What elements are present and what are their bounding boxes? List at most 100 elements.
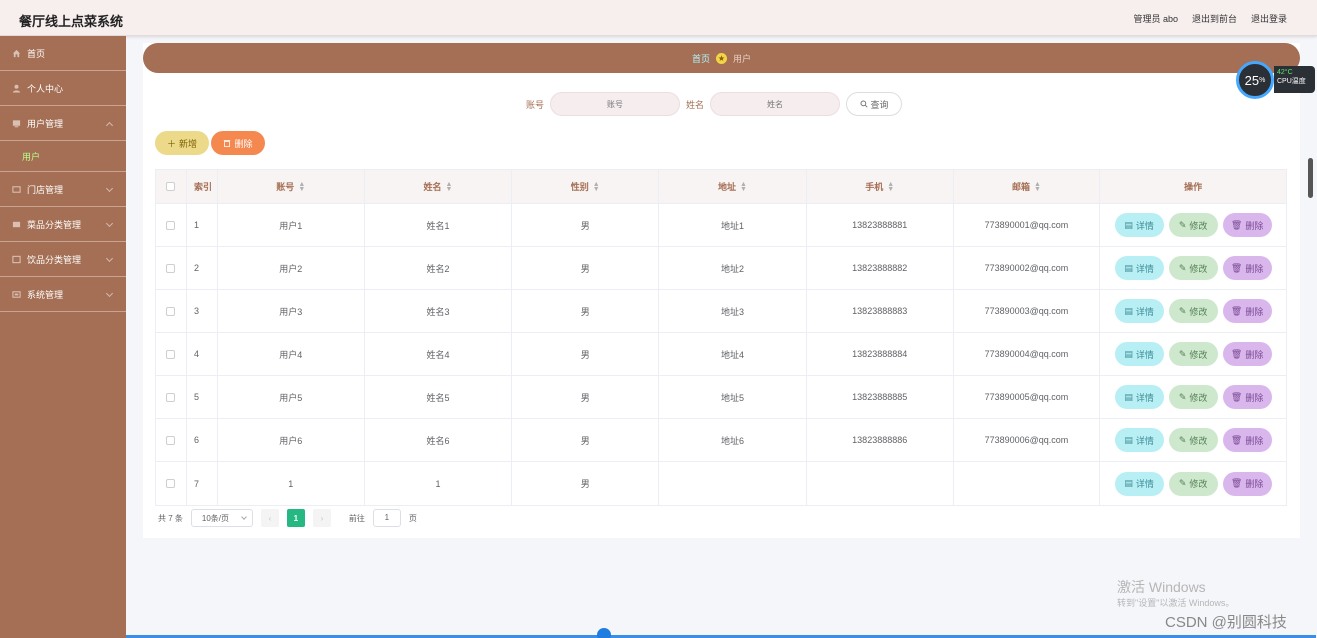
detail-button[interactable]: ▤ 详情 [1114, 342, 1164, 366]
pencil-icon: ✎ [1178, 219, 1187, 230]
detail-button[interactable]: ▤ 详情 [1114, 428, 1164, 452]
sidebar-item-dish-category[interactable]: 菜品分类管理 [0, 207, 126, 242]
detail-label: 详情 [1135, 435, 1154, 446]
cpu-percent-unit: % [1259, 76, 1266, 84]
goto-page-input[interactable]: 1 [372, 509, 401, 527]
trash-icon: 🗑 [1230, 434, 1243, 445]
next-page-button[interactable]: › [312, 509, 331, 527]
detail-label: 详情 [1135, 479, 1154, 489]
name-search-input[interactable] [710, 92, 841, 116]
cell-name: 姓名2 [365, 247, 513, 289]
row-checkbox[interactable] [166, 392, 176, 402]
user-icon [12, 84, 21, 93]
chevron-down-icon [105, 254, 114, 263]
table-row: 1 用户1 姓名1 男地址1 13823888881 773890001@qq.com ▤ 详… [156, 204, 1286, 247]
cell-email: 773890006@qq.com [954, 419, 1101, 461]
drag-handle[interactable] [597, 628, 611, 638]
row-checkbox[interactable] [166, 435, 176, 445]
account-search-input[interactable] [550, 92, 681, 116]
sort-icon: ▲ ▼ [298, 180, 306, 193]
row-checkbox[interactable] [166, 349, 176, 359]
delete-button[interactable]: 🗑 删除 [1222, 471, 1272, 496]
main-panel: 首页 ★ 用户 账号 姓名 查询 ＋ 新增 删除 索引 账号▲▼ 姓名▲▼ 性别… [143, 43, 1300, 538]
edit-label: 修改 [1189, 479, 1208, 489]
top-bar: 餐厅线上点菜系统 管理员 abo 退出到前台 退出登录 [0, 0, 1317, 36]
batch-delete-button[interactable]: 删除 [211, 131, 265, 155]
sidebar-item-store-mgmt[interactable]: 门店管理 [0, 172, 126, 207]
exit-to-front-link[interactable]: 退出到前台 [1192, 12, 1237, 25]
detail-button[interactable]: ▤ 详情 [1114, 299, 1164, 323]
delete-label: 删除 [1245, 220, 1264, 231]
cpu-monitor-widget: 25% 42°C CPU温度 [1236, 61, 1316, 99]
sidebar-subitem-user[interactable]: 用户 [0, 141, 126, 172]
cell-index: 7 [187, 462, 218, 505]
header-gender[interactable]: 性别 ▲ ▼ [512, 170, 660, 203]
delete-label: 删除 [1245, 435, 1264, 446]
row-checkbox[interactable] [166, 263, 176, 273]
row-checkbox[interactable] [166, 479, 176, 488]
prev-page-button[interactable]: ‹ [260, 509, 279, 527]
table-row: 6 用户6 姓名6 男地址6 13823888886 773890006@qq.com ▤ 详… [156, 419, 1286, 462]
top-links: 管理员 abo 退出到前台 退出登录 [1133, 12, 1287, 25]
header-name[interactable]: 姓名 ▲ ▼ [365, 170, 513, 203]
row-checkbox[interactable] [166, 220, 176, 230]
detail-button[interactable]: ▤ 详情 [1114, 385, 1164, 409]
cpu-temp-box: 42°C CPU温度 [1274, 66, 1315, 93]
sidebar-item-home[interactable]: 首页 [0, 36, 126, 71]
cell-ops: ▤ 详情 ✎ 修改 🗑 删除 [1100, 247, 1286, 289]
edit-button[interactable]: ✎ 修改 [1168, 428, 1218, 452]
delete-button[interactable]: 🗑 删除 [1222, 385, 1272, 409]
edit-button[interactable]: ✎ 修改 [1168, 213, 1218, 237]
breadcrumb-home[interactable]: 首页 [692, 52, 710, 65]
select-all-checkbox[interactable] [166, 182, 176, 191]
goto-suffix: 页 [408, 513, 417, 523]
detail-button[interactable]: ▤ 详情 [1114, 471, 1164, 496]
sidebar-item-drink-category[interactable]: 饮品分类管理 [0, 242, 126, 277]
cell-gender: 男 [512, 247, 660, 289]
cell-phone: 13823888882 [807, 247, 954, 289]
search-button[interactable]: 查询 [846, 92, 903, 116]
edit-button[interactable]: ✎ 修改 [1168, 299, 1218, 323]
goto-label: 前往 [348, 513, 365, 523]
cell-phone: 13823888885 [807, 376, 954, 418]
table-row: 2 用户2 姓名2 男地址2 13823888882 773890002@qq.com ▤ 详… [156, 247, 1286, 290]
header-address[interactable]: 地址 ▲ ▼ [659, 170, 807, 203]
pagination: 共 7 条 10条/页 ‹ 1 › 前往 1 页 [158, 509, 417, 527]
admin-user-link[interactable]: 管理员 abo [1133, 12, 1178, 25]
detail-button[interactable]: ▤ 详情 [1114, 256, 1164, 280]
edit-button[interactable]: ✎ 修改 [1168, 471, 1218, 496]
cell-address [659, 462, 807, 505]
row-checkbox[interactable] [166, 306, 176, 316]
pencil-icon: ✎ [1178, 478, 1187, 488]
header-label: 地址 [718, 182, 737, 192]
edit-button[interactable]: ✎ 修改 [1168, 342, 1218, 366]
delete-button[interactable]: 🗑 删除 [1222, 213, 1272, 237]
page-number-current[interactable]: 1 [286, 509, 305, 527]
cell-phone: 13823888881 [807, 204, 954, 246]
scrollbar-thumb[interactable] [1308, 158, 1313, 198]
edit-button[interactable]: ✎ 修改 [1168, 256, 1218, 280]
page-size-select[interactable]: 10条/页 [190, 509, 253, 527]
detail-button[interactable]: ▤ 详情 [1114, 213, 1164, 237]
cell-name: 姓名5 [365, 376, 513, 418]
sidebar-item-system-mgmt[interactable]: 系统管理 [0, 277, 126, 312]
header-email[interactable]: 邮箱 ▲ ▼ [954, 170, 1101, 203]
delete-button[interactable]: 🗑 删除 [1222, 299, 1272, 323]
cell-email: 773890004@qq.com [954, 333, 1101, 375]
document-icon: ▤ [1124, 391, 1133, 402]
menu-icon [12, 255, 21, 263]
document-icon: ▤ [1124, 434, 1133, 445]
search-button-label: 查询 [870, 99, 889, 110]
logout-link[interactable]: 退出登录 [1251, 12, 1287, 25]
cell-gender: 男 [512, 204, 660, 246]
delete-button[interactable]: 🗑 删除 [1222, 428, 1272, 452]
header-phone[interactable]: 手机 ▲ ▼ [807, 170, 954, 203]
add-button[interactable]: ＋ 新增 [155, 131, 209, 155]
delete-button[interactable]: 🗑 删除 [1222, 256, 1272, 280]
edit-button[interactable]: ✎ 修改 [1168, 385, 1218, 409]
sidebar-item-user-mgmt[interactable]: 用户管理 [0, 106, 126, 141]
sidebar-item-personal[interactable]: 个人中心 [0, 71, 126, 106]
header-account[interactable]: 账号 ▲ ▼ [218, 170, 365, 203]
delete-button[interactable]: 🗑 删除 [1222, 342, 1272, 366]
sort-icon: ▲ ▼ [887, 180, 895, 193]
